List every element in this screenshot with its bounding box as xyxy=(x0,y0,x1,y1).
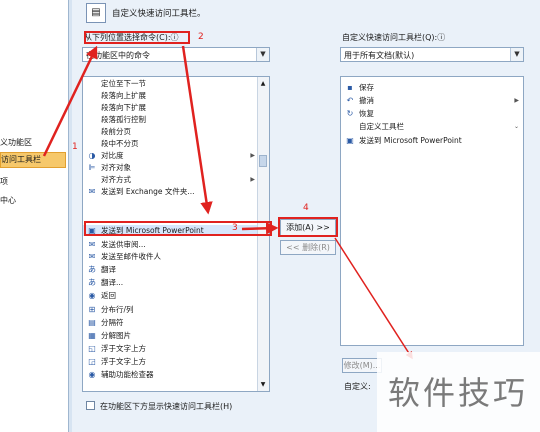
arrow-step1 xyxy=(42,45,98,157)
arrow-step3 xyxy=(241,222,279,235)
watermark-text: 软件技巧 xyxy=(388,374,529,412)
arrow-step4 xyxy=(334,237,413,360)
arrow-step2 xyxy=(181,45,213,215)
